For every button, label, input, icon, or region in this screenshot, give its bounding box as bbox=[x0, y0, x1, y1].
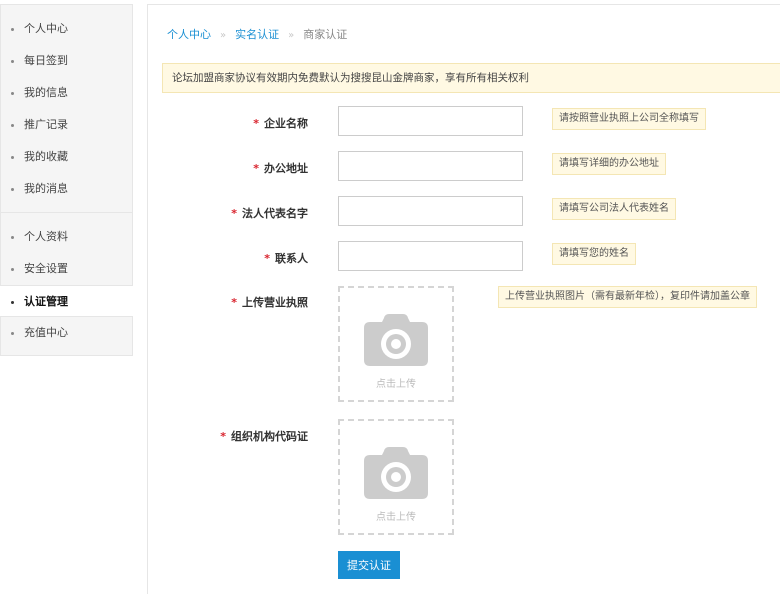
required-mark: * bbox=[264, 252, 270, 265]
bullet-icon bbox=[11, 28, 14, 31]
sidebar-item-my-messages[interactable]: 我的消息 bbox=[1, 173, 132, 205]
sidebar-item-label: 安全设置 bbox=[24, 262, 68, 275]
contact-hint: 请填写您的姓名 bbox=[552, 243, 636, 265]
contact-label: * 联系人 bbox=[264, 252, 308, 265]
sidebar-item-my-info[interactable]: 我的信息 bbox=[1, 77, 132, 109]
sidebar-item-recharge[interactable]: 充值中心 bbox=[1, 317, 132, 349]
required-mark: * bbox=[231, 207, 237, 220]
org-code-label: * 组织机构代码证 bbox=[220, 430, 308, 443]
office-address-label: * 办公地址 bbox=[253, 162, 308, 175]
main-content: 个人中心 » 实名认证 » 商家认证 论坛加盟商家协议有效期内免费默认为搜搜昆山金牌商家… bbox=[147, 4, 780, 594]
breadcrumb-real-name-verification[interactable]: 实名认证 bbox=[235, 28, 279, 41]
legal-rep-input[interactable] bbox=[338, 196, 523, 226]
office-address-input[interactable] bbox=[338, 151, 523, 181]
notice-banner: 论坛加盟商家协议有效期内免费默认为搜搜昆山金牌商家，享有所有相关权利 bbox=[162, 63, 780, 93]
sidebar-item-profile[interactable]: 个人资料 bbox=[1, 221, 132, 253]
breadcrumb-separator-icon: » bbox=[220, 30, 227, 41]
org-code-upload[interactable]: 点击上传 bbox=[338, 419, 454, 535]
legal-rep-label: * 法人代表名字 bbox=[231, 207, 308, 220]
required-mark: * bbox=[231, 296, 237, 309]
bullet-icon bbox=[11, 236, 14, 239]
bullet-icon bbox=[11, 301, 14, 304]
sidebar-item-label: 我的信息 bbox=[24, 86, 68, 99]
sidebar-item-label: 我的消息 bbox=[24, 182, 68, 195]
required-mark: * bbox=[220, 430, 226, 443]
required-mark: * bbox=[253, 162, 259, 175]
bullet-icon bbox=[11, 268, 14, 271]
company-name-input[interactable] bbox=[338, 106, 523, 136]
breadcrumb-separator-icon: » bbox=[288, 30, 295, 41]
camera-icon bbox=[364, 314, 428, 366]
breadcrumb: 个人中心 » 实名认证 » 商家认证 bbox=[167, 26, 347, 42]
sidebar-item-label: 我的收藏 bbox=[24, 150, 68, 163]
submit-verification-button[interactable]: 提交认证 bbox=[338, 551, 400, 579]
office-address-hint: 请填写详细的办公地址 bbox=[552, 153, 666, 175]
business-license-label: * 上传营业执照 bbox=[231, 296, 308, 309]
legal-rep-hint: 请填写公司法人代表姓名 bbox=[552, 198, 676, 220]
bullet-icon bbox=[11, 188, 14, 191]
business-license-upload[interactable]: 点击上传 bbox=[338, 286, 454, 402]
sidebar-item-label: 认证管理 bbox=[24, 295, 68, 308]
sidebar-group-account: 个人中心 每日签到 我的信息 推广记录 我的收藏 我的消息 bbox=[1, 5, 132, 213]
required-mark: * bbox=[253, 117, 259, 130]
sidebar-item-security[interactable]: 安全设置 bbox=[1, 253, 132, 285]
sidebar-item-label: 推广记录 bbox=[24, 118, 68, 131]
sidebar-item-promotion-records[interactable]: 推广记录 bbox=[1, 109, 132, 141]
sidebar-item-verification[interactable]: 认证管理 bbox=[0, 285, 133, 317]
company-name-label: * 企业名称 bbox=[253, 117, 308, 130]
camera-icon bbox=[364, 447, 428, 499]
upload-caption: 点击上传 bbox=[376, 379, 416, 390]
upload-caption: 点击上传 bbox=[376, 512, 416, 523]
sidebar-item-my-favorites[interactable]: 我的收藏 bbox=[1, 141, 132, 173]
bullet-icon bbox=[11, 156, 14, 159]
bullet-icon bbox=[11, 60, 14, 63]
sidebar-item-label: 个人中心 bbox=[24, 22, 68, 35]
company-name-hint: 请按照营业执照上公司全称填写 bbox=[552, 108, 706, 130]
contact-input[interactable] bbox=[338, 241, 523, 271]
breadcrumb-current: 商家认证 bbox=[303, 28, 348, 41]
sidebar: 个人中心 每日签到 我的信息 推广记录 我的收藏 我的消息 个人资料 安全设置 … bbox=[0, 4, 133, 356]
bullet-icon bbox=[11, 124, 14, 127]
bullet-icon bbox=[11, 332, 14, 335]
breadcrumb-personal-center[interactable]: 个人中心 bbox=[167, 28, 211, 41]
sidebar-item-daily-checkin[interactable]: 每日签到 bbox=[1, 45, 132, 77]
sidebar-item-personal-center[interactable]: 个人中心 bbox=[1, 13, 132, 45]
business-license-hint: 上传营业执照图片（需有最新年检），复印件请加盖公章 bbox=[498, 286, 757, 308]
sidebar-item-label: 充值中心 bbox=[24, 326, 68, 339]
sidebar-group-settings: 个人资料 安全设置 认证管理 充值中心 bbox=[0, 213, 133, 349]
sidebar-item-label: 每日签到 bbox=[24, 54, 68, 67]
bullet-icon bbox=[11, 92, 14, 95]
sidebar-item-label: 个人资料 bbox=[24, 230, 68, 243]
